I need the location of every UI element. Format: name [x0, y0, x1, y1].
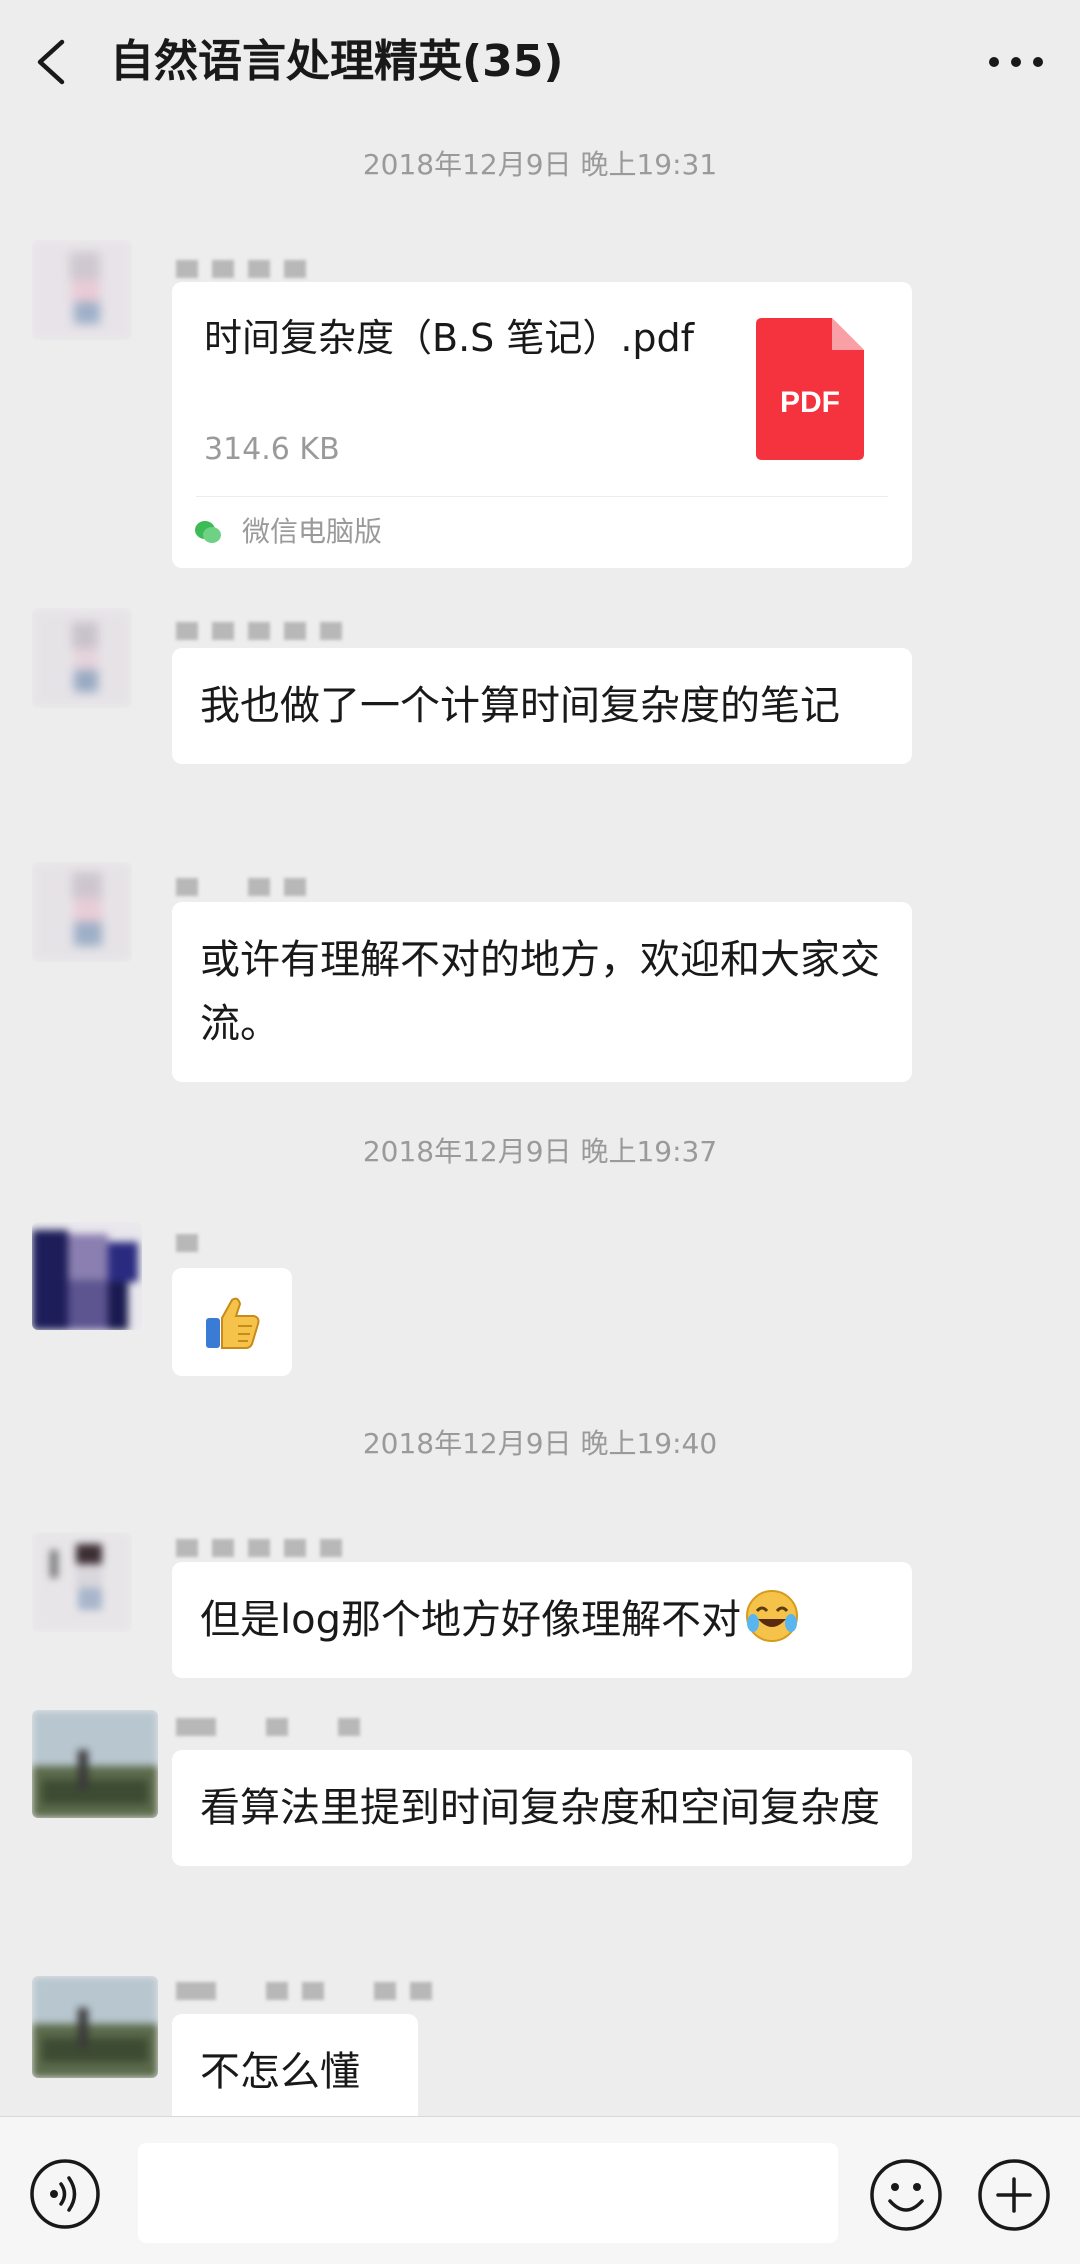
sender-name-blurred [176, 1537, 342, 1559]
message-input[interactable] [138, 2143, 838, 2243]
timestamp: 2018年12月9日 晚上19:37 [362, 1135, 718, 1168]
input-bar [0, 2116, 1080, 2264]
back-chevron-icon[interactable] [30, 36, 74, 88]
sender-name-blurred [176, 258, 306, 280]
avatar[interactable] [32, 1222, 142, 1330]
laughing-crying-emoji [745, 1590, 798, 1642]
file-source: 微信电脑版 [242, 515, 383, 548]
sender-name-blurred [176, 1716, 360, 1738]
avatar[interactable] [32, 240, 132, 340]
timestamp: 2018年12月9日 晚上19:40 [362, 1427, 718, 1460]
wechat-icon [195, 521, 221, 543]
pdf-badge-label: PDF [780, 386, 840, 419]
chat-title: 自然语言处理精英(35) [110, 36, 564, 87]
voice-input-icon[interactable] [28, 2157, 102, 2231]
sender-name-blurred [176, 620, 342, 642]
text-message[interactable]: 我也做了一个计算时间复杂度的笔记 [172, 648, 912, 764]
file-size: 314.6 KB [204, 432, 340, 467]
more-dots-icon[interactable] [986, 40, 1046, 84]
avatar[interactable] [32, 1710, 158, 1818]
sender-name-blurred [176, 876, 306, 898]
text-message-body: 但是log那个地方好像理解不对 [200, 1597, 741, 1643]
sender-name-blurred [176, 1980, 432, 2002]
timestamp: 2018年12月9日 晚上19:31 [362, 148, 718, 181]
avatar[interactable] [32, 862, 132, 962]
file-message[interactable]: 时间复杂度（B.S 笔记）.pdf 314.6 KB 微信电脑版 PDF [172, 282, 912, 568]
avatar[interactable] [32, 608, 132, 708]
emoji-message[interactable] [172, 1268, 292, 1376]
chat-header: 自然语言处理精英(35) [0, 0, 1080, 124]
text-message[interactable]: 看算法里提到时间复杂度和空间复杂度 [172, 1750, 912, 1866]
text-message[interactable]: 但是log那个地方好像理解不对 [172, 1562, 912, 1678]
text-message[interactable]: 或许有理解不对的地方，欢迎和大家交流。 [172, 902, 912, 1082]
pdf-file-icon: PDF [756, 318, 864, 460]
divider [196, 496, 888, 497]
avatar[interactable] [32, 1976, 158, 2078]
text-message[interactable]: 不怎么懂 [172, 2014, 418, 2130]
sender-name-blurred [176, 1232, 198, 1254]
plus-icon[interactable] [976, 2157, 1052, 2233]
emoji-icon[interactable] [868, 2157, 944, 2233]
file-name: 时间复杂度（B.S 笔记）.pdf [204, 316, 695, 360]
thumbs-up-emoji [206, 1297, 260, 1349]
avatar[interactable] [32, 1532, 132, 1632]
